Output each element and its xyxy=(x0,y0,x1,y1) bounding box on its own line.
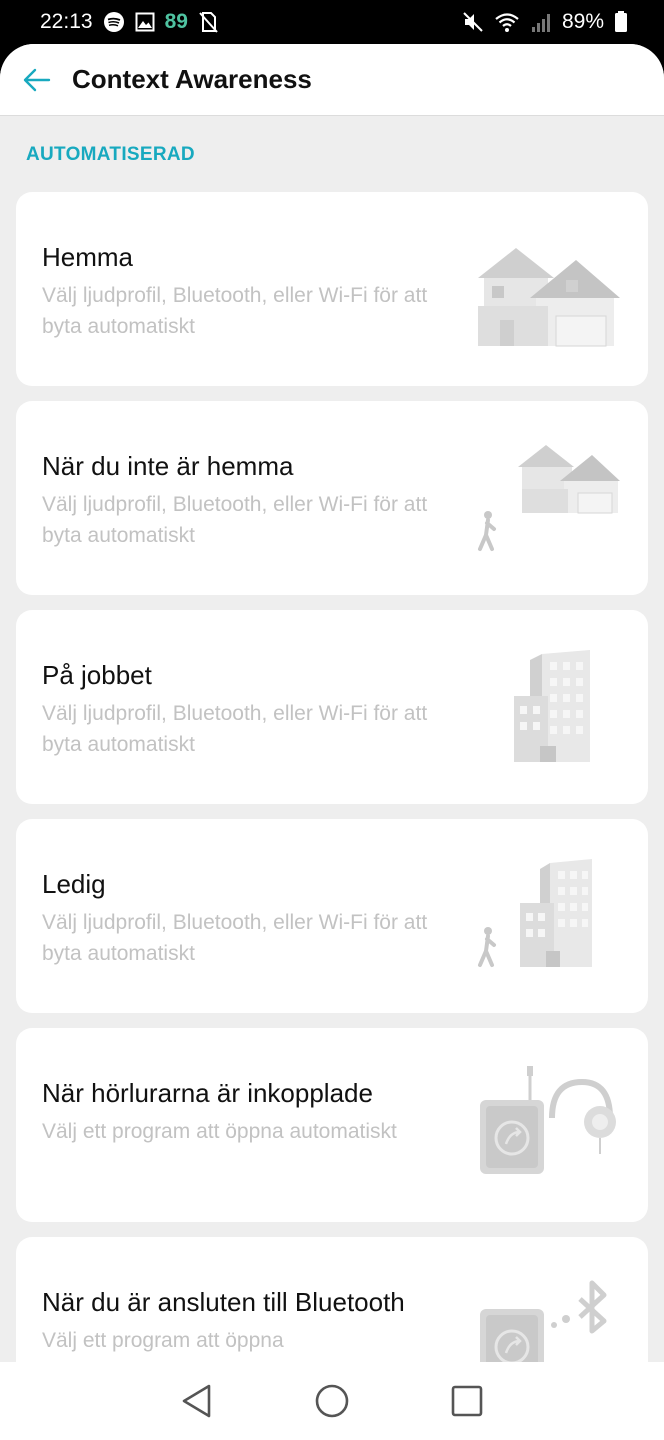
status-left: 22:13 89 xyxy=(40,10,218,34)
app-bar: Context Awareness xyxy=(0,44,664,116)
headphones-phone-icon xyxy=(480,1066,616,1174)
walking-away-building-icon xyxy=(478,859,592,967)
image-icon xyxy=(135,12,155,32)
bluetooth-phone-icon xyxy=(480,1280,607,1362)
wifi-icon xyxy=(494,11,520,33)
card-title: När hörlurarna är inkopplade xyxy=(42,1078,373,1108)
card-headphones[interactable]: När hörlurarna är inkopplade Välj ett pr… xyxy=(16,1028,648,1222)
walking-away-house-icon xyxy=(478,445,620,551)
office-building-icon xyxy=(514,650,590,762)
nav-home-button[interactable] xyxy=(302,1371,362,1431)
section-header: AUTOMATISERAD xyxy=(26,144,195,165)
battery-percent: 89% xyxy=(561,10,604,33)
back-triangle-icon xyxy=(183,1384,211,1418)
signal-icon xyxy=(530,11,552,33)
card-title: När du inte är hemma xyxy=(42,451,294,481)
card-home[interactable]: Hemma Välj ljudprofil, Bluetooth, eller … xyxy=(16,192,648,386)
card-description: Välj ljudprofil, Bluetooth, eller Wi-Fi … xyxy=(42,911,428,965)
card-list: Hemma Välj ljudprofil, Bluetooth, eller … xyxy=(0,192,664,1362)
no-sim-icon xyxy=(198,11,218,33)
back-button[interactable] xyxy=(22,65,52,95)
battery-icon xyxy=(614,11,628,33)
recents-square-icon xyxy=(451,1385,482,1417)
arrow-left-icon xyxy=(23,68,51,91)
card-off-work[interactable]: Ledig Välj ljudprofil, Bluetooth, eller … xyxy=(16,819,648,1013)
mute-icon xyxy=(462,11,484,33)
spotify-icon xyxy=(103,11,125,33)
page-title: Context Awareness xyxy=(72,64,312,94)
status-time: 22:13 xyxy=(40,10,93,33)
app-screen: Context Awareness AUTOMATISERAD Hemma Vä… xyxy=(0,44,664,1362)
card-description: Välj ett program att öppna automatiskt xyxy=(42,1120,397,1143)
home-circle-icon xyxy=(315,1384,349,1418)
nav-recents-button[interactable] xyxy=(437,1371,497,1431)
card-title: När du är ansluten till Bluetooth xyxy=(42,1287,405,1317)
card-title: Hemma xyxy=(42,242,134,272)
card-description: Välj ett program att öppna xyxy=(42,1329,284,1352)
house-icon xyxy=(478,248,620,347)
notification-number: 89 xyxy=(164,10,188,33)
navigation-bar xyxy=(0,1362,664,1440)
card-description: Välj ljudprofil, Bluetooth, eller Wi-Fi … xyxy=(42,493,428,547)
status-right: 89% xyxy=(462,10,628,34)
card-description: Välj ljudprofil, Bluetooth, eller Wi-Fi … xyxy=(42,702,428,756)
card-description: Välj ljudprofil, Bluetooth, eller Wi-Fi … xyxy=(42,284,428,338)
status-bar: 22:13 89 89% xyxy=(0,0,664,44)
card-away-from-home[interactable]: När du inte är hemma Välj ljudprofil, Bl… xyxy=(16,401,648,595)
card-title: På jobbet xyxy=(42,660,152,690)
card-at-work[interactable]: På jobbet Välj ljudprofil, Bluetooth, el… xyxy=(16,610,648,804)
nav-back-button[interactable] xyxy=(167,1371,227,1431)
card-title: Ledig xyxy=(42,869,106,899)
card-bluetooth[interactable]: När du är ansluten till Bluetooth Välj e… xyxy=(16,1237,648,1362)
